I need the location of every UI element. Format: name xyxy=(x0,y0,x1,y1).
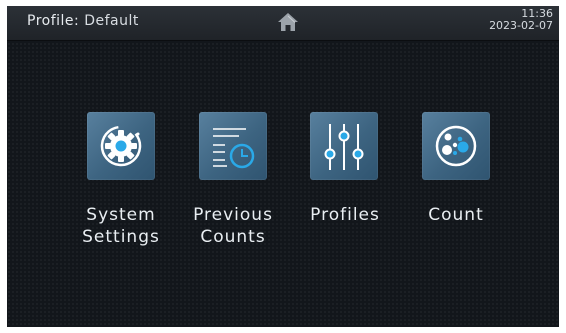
previous-counts-label: Previous Counts xyxy=(178,204,288,248)
system-settings-label: System Settings xyxy=(66,204,176,248)
profiles-button[interactable] xyxy=(310,112,378,180)
clock-date: 2023-02-07 xyxy=(489,19,553,32)
device-screen: Profile: Default 11:36 2023-02-07 System… xyxy=(7,6,559,327)
cells-icon xyxy=(435,125,477,167)
count-button[interactable] xyxy=(422,112,490,180)
label-line: Count xyxy=(428,205,484,225)
profiles-label: Profiles xyxy=(290,204,400,226)
home-icon[interactable] xyxy=(277,12,299,32)
label-line: Counts xyxy=(200,227,266,247)
gear-icon xyxy=(100,125,142,167)
label-line: System xyxy=(86,205,156,225)
clock: 11:36 2023-02-07 xyxy=(489,8,553,32)
label-line: Settings xyxy=(82,227,160,247)
sliders-icon xyxy=(324,124,364,170)
system-settings-button[interactable] xyxy=(87,112,155,180)
label-line: Previous xyxy=(193,205,273,225)
count-label: Count xyxy=(401,204,511,226)
profile-label: Profile: xyxy=(27,13,80,29)
top-bar: Profile: Default 11:36 2023-02-07 xyxy=(7,6,559,41)
profile-value: Default xyxy=(84,13,139,29)
previous-counts-button[interactable] xyxy=(199,112,267,180)
profile-indicator[interactable]: Profile: Default xyxy=(27,13,139,29)
history-list-icon xyxy=(213,128,255,169)
label-line: Profiles xyxy=(310,205,380,225)
